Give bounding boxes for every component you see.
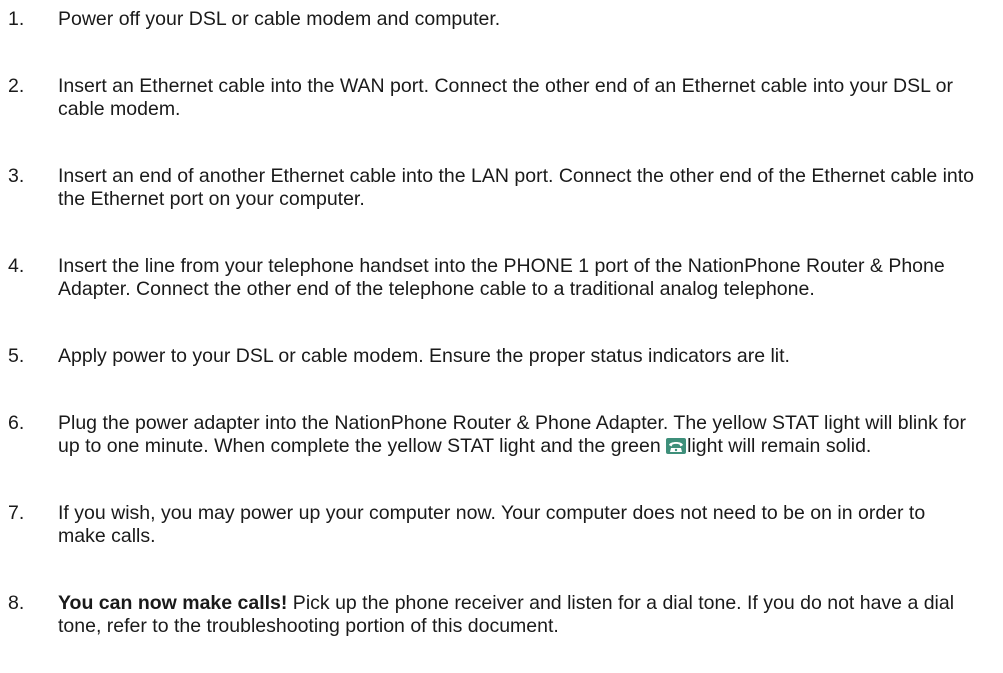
step-text: Power off your DSL or cable modem and co…	[58, 8, 501, 30]
step-text-after-icon: light will remain solid.	[687, 435, 872, 457]
step-text: You can now make calls! Pick up the phon…	[58, 592, 978, 638]
step-text: If you wish, you may power up your compu…	[58, 502, 926, 547]
step-number: 7.	[8, 502, 25, 524]
list-item: 1. Power off your DSL or cable modem and…	[0, 8, 1003, 31]
list-item: 4. Insert the line from your telephone h…	[0, 255, 1003, 301]
list-item: 3. Insert an end of another Ethernet cab…	[0, 165, 1003, 211]
list-item: 6. Plug the power adapter into the Natio…	[0, 412, 1003, 458]
step-number: 1.	[8, 8, 25, 30]
step-number: 4.	[8, 255, 25, 277]
setup-steps-list: 1. Power off your DSL or cable modem and…	[0, 8, 1003, 638]
step-number: 2.	[8, 75, 25, 97]
step-number: 8.	[8, 592, 25, 614]
list-item: 5. Apply power to your DSL or cable mode…	[0, 345, 1003, 368]
telephone-icon	[666, 438, 687, 454]
step-text: Apply power to your DSL or cable modem. …	[58, 345, 790, 367]
step-number: 6.	[8, 412, 25, 434]
list-item: 8. You can now make calls! Pick up the p…	[0, 592, 1003, 638]
step-text: Insert an Ethernet cable into the WAN po…	[58, 75, 953, 120]
step-lead: You can now make calls!	[58, 592, 288, 614]
step-number: 5.	[8, 345, 25, 367]
step-text: Plug the power adapter into the NationPh…	[58, 412, 978, 458]
step-number: 3.	[8, 165, 25, 187]
list-item: 2. Insert an Ethernet cable into the WAN…	[0, 75, 1003, 121]
list-item: 7. If you wish, you may power up your co…	[0, 502, 1003, 548]
step-text: Insert an end of another Ethernet cable …	[58, 165, 975, 210]
step-text: Insert the line from your telephone hand…	[58, 255, 945, 300]
